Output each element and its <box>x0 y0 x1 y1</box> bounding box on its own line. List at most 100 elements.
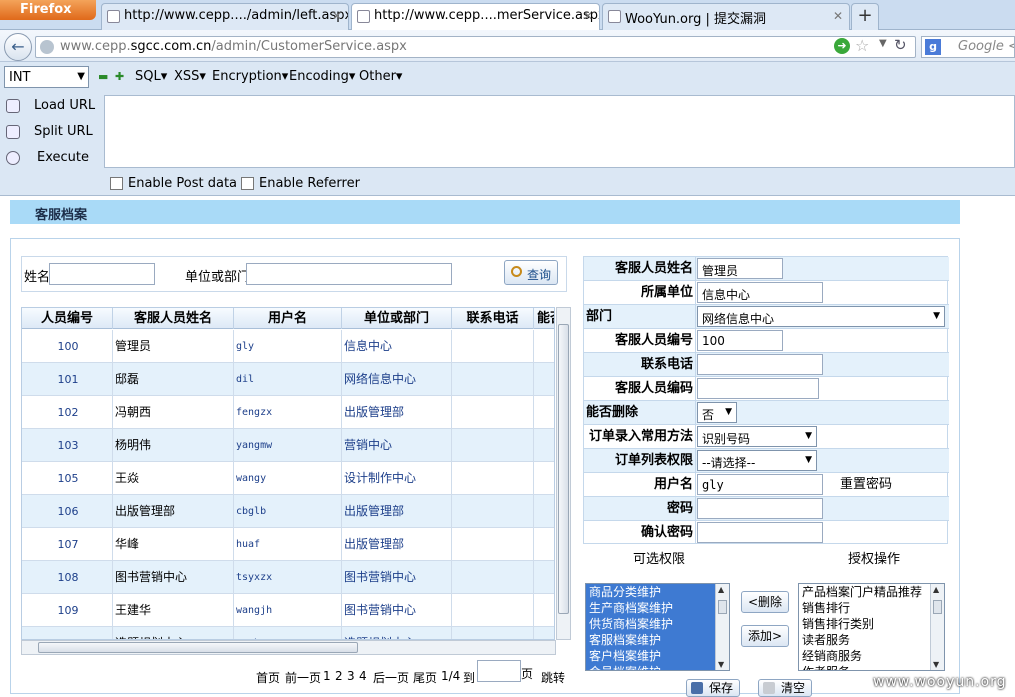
table-row[interactable]: 109 王建华 wangjh 图书营销中心 <box>22 594 554 627</box>
pager-first[interactable]: 首页 <box>256 669 280 686</box>
list-item[interactable]: 产品档案门户精品推荐 <box>799 584 944 600</box>
list-item[interactable]: 经销商服务 <box>799 648 944 664</box>
table-row[interactable]: 108 图书营销中心 tsyxzx 图书营销中心 <box>22 561 554 594</box>
table-row[interactable]: 110选题规划中心xtgh选题规划中心 <box>22 627 554 639</box>
scroll-down-icon[interactable]: ▼ <box>718 660 724 669</box>
dept-select[interactable]: 网络信息中心 ▼ <box>697 306 945 327</box>
close-icon[interactable]: ✕ <box>833 9 843 23</box>
list-item[interactable]: 作者服务 <box>799 664 944 670</box>
list-item[interactable]: 客户档案维护 <box>586 648 729 664</box>
order-method-select[interactable]: 识别号码 ▼ <box>697 426 817 447</box>
scroll-thumb[interactable] <box>558 324 569 614</box>
scroll-thumb[interactable] <box>718 600 727 614</box>
available-perms-list[interactable]: 商品分类维护生产商档案维护供货商档案维护客服档案维护客户档案维护会员档案维护 ▲… <box>585 583 730 671</box>
delete-perm-button[interactable]: <删除 <box>741 591 789 613</box>
staff-code-input[interactable] <box>697 378 819 399</box>
list-item[interactable]: 生产商档案维护 <box>586 600 729 616</box>
tab-wooyun[interactable]: WooYun.org | 提交漏洞 ✕ <box>602 3 850 30</box>
query-button[interactable]: 查询 <box>504 260 558 285</box>
tab-left-aspx[interactable]: http://www.cepp..../admin/left.aspx ✕ <box>101 3 349 30</box>
list-item[interactable]: 供货商档案维护 <box>586 616 729 632</box>
pager-page-3[interactable]: 3 <box>347 669 355 683</box>
menu-encryption[interactable]: Encryption▾ <box>212 69 288 84</box>
back-arrow-icon[interactable]: ← <box>4 33 32 61</box>
pager-next[interactable]: 后一页 <box>373 669 409 686</box>
pager-jump[interactable]: 跳转 <box>541 669 565 686</box>
table-row[interactable]: 106 出版管理部 cbglb 出版管理部 <box>22 495 554 528</box>
table-row[interactable]: 101 邸磊 dil 网络信息中心 <box>22 363 554 396</box>
close-icon[interactable]: ✕ <box>583 9 593 23</box>
list-scrollbar[interactable]: ▲ ▼ <box>715 584 729 670</box>
reload-icon[interactable]: ↻ <box>894 36 907 54</box>
menu-other[interactable]: Other▾ <box>359 69 402 84</box>
type-select[interactable]: INT ▼ <box>4 66 89 88</box>
col-dept[interactable]: 单位或部门 <box>342 308 452 329</box>
scroll-thumb[interactable] <box>38 642 358 653</box>
tab-customer-service[interactable]: http://www.cepp....merService.aspx ✕ <box>351 3 600 31</box>
pager-prev[interactable]: 前一页 <box>285 669 321 686</box>
plus-icon[interactable]: ✚ <box>115 70 124 83</box>
pager-page-1[interactable]: 1 <box>323 669 331 683</box>
dropdown-arrow-icon[interactable]: ▼ <box>879 38 887 49</box>
table-row[interactable]: 105 王焱 wangy 设计制作中心 <box>22 462 554 495</box>
reset-password-link[interactable]: 重置密码 <box>840 473 892 496</box>
scroll-thumb[interactable] <box>933 600 942 614</box>
username-input[interactable]: gly <box>697 474 823 495</box>
close-icon[interactable]: ✕ <box>332 9 342 23</box>
menu-xss[interactable]: XSS▾ <box>174 69 206 84</box>
table-row[interactable]: 100 管理员 gly 信息中心 <box>22 330 554 363</box>
minus-icon[interactable]: ▬ <box>98 70 108 83</box>
scroll-up-icon[interactable]: ▲ <box>933 585 939 594</box>
execute-button[interactable]: Execute <box>4 148 89 168</box>
unit-input[interactable]: 信息中心 <box>697 282 823 303</box>
search-input[interactable]: g Google <Ctrl+K> <box>921 36 1015 58</box>
new-tab-button[interactable]: + <box>851 3 879 30</box>
deletable-select[interactable]: 否 ▼ <box>697 402 737 423</box>
menu-sql[interactable]: SQL▾ <box>135 69 167 84</box>
name-search-input[interactable] <box>49 263 155 285</box>
grid-vertical-scrollbar[interactable] <box>556 307 571 640</box>
menu-encoding[interactable]: Encoding▾ <box>289 69 355 84</box>
list-item[interactable]: 客服档案维护 <box>586 632 729 648</box>
list-item[interactable]: 商品分类维护 <box>586 584 729 600</box>
go-arrow-icon[interactable]: ➜ <box>834 38 850 54</box>
scroll-up-icon[interactable]: ▲ <box>718 585 724 594</box>
list-item[interactable]: 会员档案维护 <box>586 664 729 670</box>
url-bar[interactable]: www.cepp.sgcc.com.cn/admin/CustomerServi… <box>35 36 916 58</box>
list-item[interactable]: 读者服务 <box>799 632 944 648</box>
firefox-menu-button[interactable]: Firefox <box>0 0 96 20</box>
bookmark-star-icon[interactable]: ☆ <box>855 36 869 55</box>
table-row[interactable]: 107 华峰 huaf 出版管理部 <box>22 528 554 561</box>
scroll-down-icon[interactable]: ▼ <box>933 660 939 669</box>
grid-horizontal-scrollbar[interactable] <box>21 640 556 655</box>
add-perm-button[interactable]: 添加> <box>741 625 789 647</box>
clear-button[interactable]: 清空 <box>758 679 813 697</box>
dept-search-input[interactable] <box>246 263 452 285</box>
col-staff-name[interactable]: 客服人员姓名 <box>113 308 234 329</box>
confirm-password-input[interactable] <box>697 522 823 543</box>
pager-goto-input[interactable] <box>477 660 521 682</box>
list-scrollbar[interactable]: ▲ ▼ <box>930 584 944 670</box>
table-row[interactable]: 102 冯朝西 fengzx 出版管理部 <box>22 396 554 429</box>
pager-page-2[interactable]: 2 <box>335 669 343 683</box>
col-deletable[interactable]: 能否 <box>534 308 554 329</box>
load-url-button[interactable]: Load URL <box>4 96 95 116</box>
enable-referrer-checkbox[interactable]: Enable Referrer <box>241 176 360 191</box>
enable-post-checkbox[interactable]: Enable Post data <box>110 176 237 191</box>
staff-name-input[interactable]: 管理员 <box>697 258 783 279</box>
order-list-select[interactable]: --请选择-- ▼ <box>697 450 817 471</box>
phone-input[interactable] <box>697 354 823 375</box>
pager-last[interactable]: 尾页 <box>413 669 437 686</box>
col-username[interactable]: 用户名 <box>234 308 342 329</box>
table-row[interactable]: 103 杨明伟 yangmw 营销中心 <box>22 429 554 462</box>
staff-no-input[interactable]: 100 <box>697 330 783 351</box>
list-item[interactable]: 销售排行 <box>799 600 944 616</box>
password-input[interactable] <box>697 498 823 519</box>
col-staff-id[interactable]: 人员编号 <box>22 308 113 329</box>
url-textarea[interactable] <box>104 95 1015 168</box>
split-url-button[interactable]: Split URL <box>4 122 93 142</box>
pager-page-4[interactable]: 4 <box>359 669 367 683</box>
save-button[interactable]: 保存 <box>686 679 741 697</box>
list-item[interactable]: 销售排行类别 <box>799 616 944 632</box>
col-phone[interactable]: 联系电话 <box>452 308 534 329</box>
